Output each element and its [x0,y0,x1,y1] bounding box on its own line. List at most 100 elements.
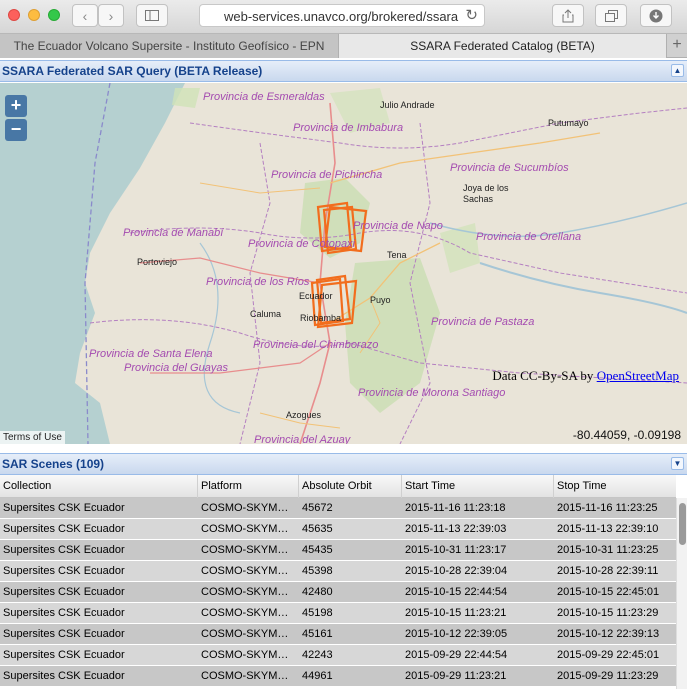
cell-platform: COSMO-SKYM… [201,586,289,598]
city-label: Julio Andrade [380,100,435,110]
cell-start-time: 2015-09-29 11:23:21 [405,670,507,682]
zoom-window-button[interactable] [48,9,60,21]
cell-platform: COSMO-SKYM… [201,649,289,661]
mouse-coordinates: -80.44059, -0.09198 [572,428,681,442]
map-attribution: Data CC-By-SA by OpenStreetMap [492,368,679,384]
cell-platform: COSMO-SKYM… [201,502,289,514]
close-window-button[interactable] [8,9,20,21]
province-label: Provincia de los Ríos [206,276,310,288]
province-label: Provincia de Manabí [123,227,224,239]
cell-stop-time: 2015-10-15 11:23:29 [557,607,659,619]
cell-platform: COSMO-SKYM… [201,670,289,682]
zoom-out-button[interactable]: − [5,119,27,141]
chevron-right-icon: › [108,7,114,24]
cell-orbit: 42243 [302,649,333,661]
city-label: Puyo [370,295,391,305]
cell-collection: Supersites CSK Ecuador [3,670,125,682]
table-row[interactable]: Supersites CSK Ecuador COSMO-SKYM… 45672 20… [0,498,676,519]
column-header-start-time[interactable]: Start Time [402,475,554,498]
cell-start-time: 2015-10-28 22:39:04 [405,565,508,577]
downloads-button[interactable] [640,4,672,27]
forward-button[interactable]: › [98,4,124,27]
share-button[interactable] [552,4,584,27]
attribution-text: Data CC-By-SA by [492,368,597,383]
tab-ssara-catalog[interactable]: SSARA Federated Catalog (BETA) [339,34,667,58]
cell-collection: Supersites CSK Ecuador [3,628,125,640]
grid-header: Collection Platform Absolute Orbit Start… [0,475,676,498]
cell-orbit: 45198 [302,607,333,619]
table-row[interactable]: Supersites CSK Ecuador COSMO-SKYM… 45161 20… [0,624,676,645]
province-label: Provincia de Morona Santiago [358,387,506,399]
cell-collection: Supersites CSK Ecuador [3,586,125,598]
map-basemap[interactable] [0,83,687,444]
openstreetmap-link[interactable]: OpenStreetMap [597,368,679,383]
tab-ecuador-supersite[interactable]: The Ecuador Volcano Supersite - Institut… [0,34,339,58]
sidebar-button[interactable] [136,4,168,27]
scenes-panel-title: SAR Scenes (109) [2,457,105,471]
table-row[interactable]: Supersites CSK Ecuador COSMO-SKYM… 42243 20… [0,645,676,666]
table-row[interactable]: Supersites CSK Ecuador COSMO-SKYM… 45635 20… [0,519,676,540]
reload-icon[interactable]: ↻ [465,6,478,24]
cell-start-time: 2015-10-12 22:39:05 [405,628,508,640]
city-label: Putumayo [548,118,589,128]
browser-toolbar: ‹ › web-services.unavco.org/brokered/ssa… [0,0,687,34]
cell-orbit: 45435 [302,544,333,556]
cell-start-time: 2015-10-15 11:23:21 [405,607,507,619]
cell-collection: Supersites CSK Ecuador [3,565,125,577]
city-label: Riobamba [300,313,342,323]
cell-orbit: 44961 [302,670,333,682]
province-label: Provincia de Sucumbíos [450,162,569,174]
column-header-platform[interactable]: Platform [198,475,299,498]
cell-stop-time: 2015-10-28 22:39:11 [557,565,659,577]
table-row[interactable]: Supersites CSK Ecuador COSMO-SKYM… 42480 20… [0,582,676,603]
city-label: Portoviejo [137,257,178,267]
address-url[interactable]: web-services.unavco.org/brokered/ssara [224,9,458,24]
province-label: Provincia del Guayas [124,362,228,374]
province-label: Provincia de Imbabura [293,122,404,134]
zoom-in-button[interactable]: + [5,95,27,117]
province-label: Provincia de Pastaza [431,316,535,328]
city-label: Caluma [250,309,282,319]
grid-body: Supersites CSK Ecuador COSMO-SKYM… 45672 20… [0,498,676,687]
province-label: Provincia de Napo [353,220,443,232]
cell-platform: COSMO-SKYM… [201,565,289,577]
cell-start-time: 2015-11-16 11:23:18 [405,502,506,514]
cell-collection: Supersites CSK Ecuador [3,523,125,535]
tabs-overview-button[interactable] [595,4,627,27]
cell-start-time: 2015-09-29 22:44:54 [405,649,508,661]
province-label: Provincia del Chimborazo [253,339,379,351]
column-header-orbit[interactable]: Absolute Orbit [299,475,402,498]
minimize-window-button[interactable] [28,9,40,21]
province-label: Provincia del Azuay [254,434,351,444]
back-button[interactable]: ‹ [72,4,98,27]
share-icon [562,8,574,22]
cell-orbit: 45398 [302,565,333,577]
address-bar[interactable]: web-services.unavco.org/brokered/ssara ↻ [199,4,485,27]
table-row[interactable]: Supersites CSK Ecuador COSMO-SKYM… 45198 20… [0,603,676,624]
map-panel-header: SSARA Federated SAR Query (BETA Release)… [0,60,687,82]
column-header-collection[interactable]: Collection [0,475,198,498]
grid-scrollbar-thumb[interactable] [679,503,686,545]
map-view[interactable]: + − Provincia de Esmeraldas Provincia de… [0,83,687,444]
tab-bar: The Ecuador Volcano Supersite - Institut… [0,34,687,58]
chevron-left-icon: ‹ [82,7,88,24]
collapse-map-button[interactable]: ▲ [671,64,684,77]
new-tab-button[interactable]: + [667,34,687,58]
city-label: Tena [387,250,407,260]
terms-of-use-link[interactable]: Terms of Use [0,431,65,444]
tabs-icon [604,9,618,22]
cell-orbit: 42480 [302,586,333,598]
cell-stop-time: 2015-09-29 11:23:29 [557,670,659,682]
grid-scrollbar[interactable] [676,498,687,689]
table-row[interactable]: Supersites CSK Ecuador COSMO-SKYM… 45435 20… [0,540,676,561]
city-label: Azogues [286,410,322,420]
table-row[interactable]: Supersites CSK Ecuador COSMO-SKYM… 45398 20… [0,561,676,582]
cell-start-time: 2015-11-13 22:39:03 [405,523,507,535]
cell-orbit: 45161 [302,628,333,640]
table-row[interactable]: Supersites CSK Ecuador COSMO-SKYM… 44961 20… [0,666,676,687]
cell-stop-time: 2015-09-29 22:45:01 [557,649,660,661]
province-label: Provincia de Santa Elena [89,348,213,360]
collapse-scenes-button[interactable]: ▼ [671,457,684,470]
column-header-stop-time[interactable]: Stop Time [554,475,676,498]
cell-platform: COSMO-SKYM… [201,607,289,619]
